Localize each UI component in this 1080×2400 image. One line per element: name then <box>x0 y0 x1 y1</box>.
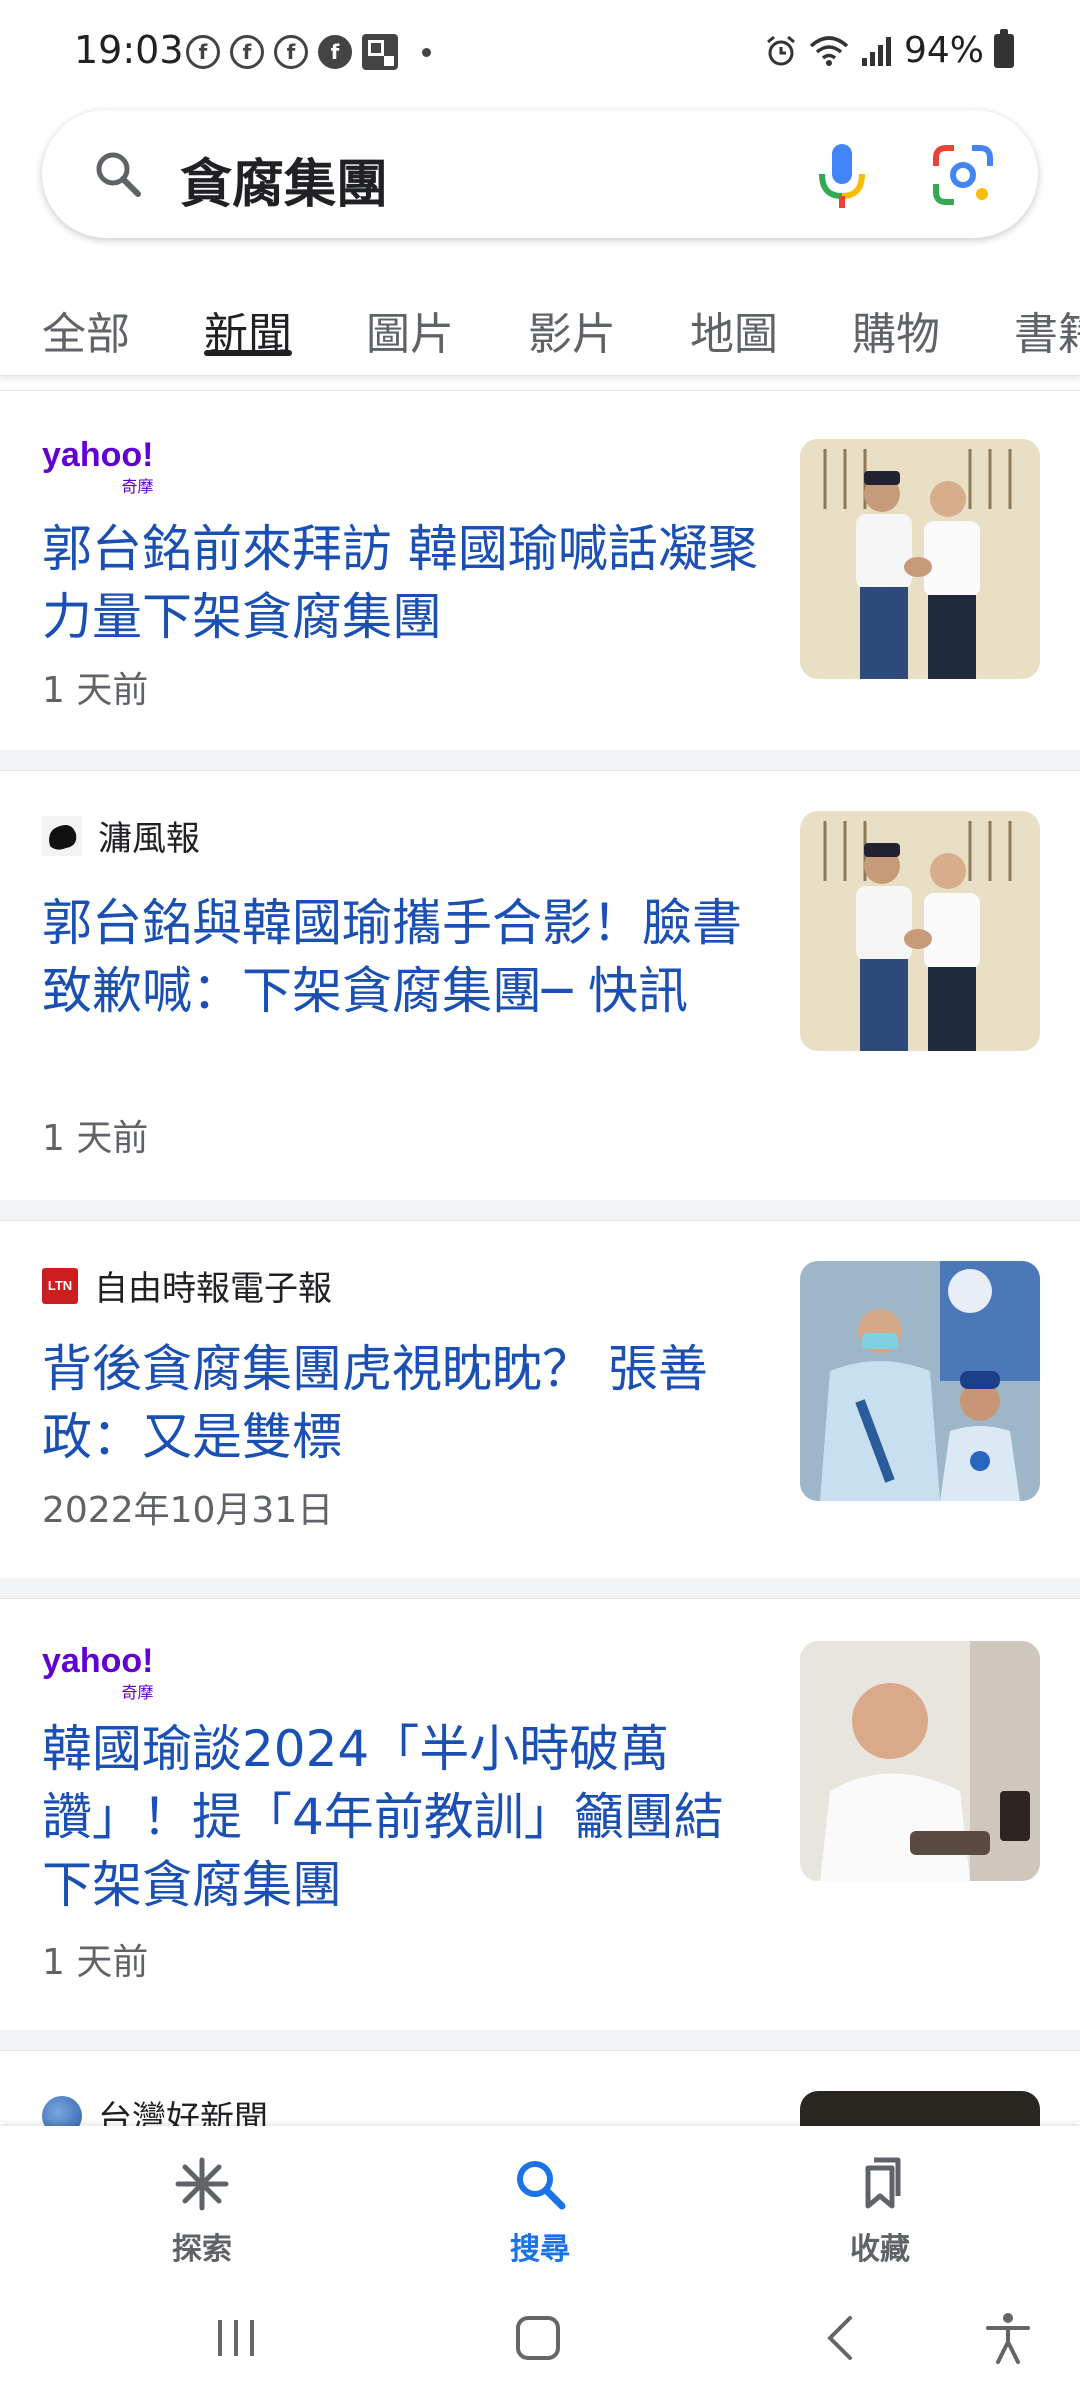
card-divider <box>0 1200 1080 1220</box>
qr-app-icon <box>362 34 398 70</box>
yahoo-logo: yahoo! 奇摩 <box>42 1642 154 1702</box>
result-thumbnail[interactable] <box>800 1641 1040 1881</box>
nav-discover[interactable]: 探索 <box>102 2154 302 2268</box>
nav-label: 搜尋 <box>510 2232 570 2267</box>
more-notifications-dot <box>422 47 431 57</box>
alarm-icon <box>767 35 795 65</box>
bottom-navigation: 探索 搜尋 收藏 <box>0 2126 1080 2286</box>
result-title[interactable]: 郭台銘前來拜訪 韓國瑜喊話凝聚力量下架貪腐集團 <box>42 515 762 651</box>
storm-media-logo <box>42 815 82 856</box>
card-divider <box>0 2030 1080 2050</box>
result-title[interactable]: 背後貪腐集團虎視眈眈？ 張善政：又是雙標 <box>42 1335 762 1471</box>
search-query-text[interactable]: 貪腐集團 <box>180 142 388 217</box>
facebook-icon: f <box>186 35 220 69</box>
nav-saved[interactable]: 收藏 <box>780 2154 980 2268</box>
facebook-icon: f <box>230 35 264 69</box>
signal-icon <box>861 36 891 66</box>
bookmark-icon <box>865 2157 901 2209</box>
result-thumbnail[interactable] <box>800 811 1040 1051</box>
result-date: 1 天前 <box>42 670 149 711</box>
search-icon <box>517 2161 566 2210</box>
search-icon[interactable] <box>90 146 146 202</box>
news-result-card[interactable]: 滽風報 郭台銘與韓國瑜攜手合影！臉書致歉喊：下架貪腐集團─ 快訊 1 天前 <box>0 770 1080 1200</box>
battery-icon <box>994 28 1014 68</box>
tab-shopping[interactable]: 購物 <box>852 258 940 376</box>
card-divider <box>0 1578 1080 1598</box>
status-bar: 19:03 f f f f 94% <box>0 0 1080 104</box>
card-divider <box>0 750 1080 770</box>
tab-images[interactable]: 圖片 <box>366 258 454 376</box>
result-source: 滽風報 <box>42 811 200 860</box>
status-right: 94% <box>764 28 1014 71</box>
photo-campaign-rally-image <box>800 1261 1040 1501</box>
microphone-icon[interactable] <box>812 140 872 212</box>
google-lens-icon[interactable] <box>930 142 996 208</box>
result-thumbnail[interactable] <box>800 439 1040 679</box>
nav-label: 探索 <box>172 2232 232 2267</box>
facebook-icon: f <box>318 35 352 69</box>
tab-maps[interactable]: 地圖 <box>690 258 778 376</box>
search-tabs: 全部 新聞 圖片 影片 地圖 購物 書籍 <box>0 258 1080 376</box>
recent-apps-icon[interactable] <box>212 2316 260 2360</box>
photo-man-seated-image <box>800 1641 1040 1881</box>
result-title[interactable]: 韓國瑜談2024「半小時破萬讚」！提「4年前教訓」籲團結下架貪腐集團 <box>42 1715 762 1919</box>
photo-two-men-handshake-image <box>800 811 1040 1051</box>
notification-icons: f f f f <box>186 34 431 70</box>
ltn-logo: LTN <box>42 1267 78 1304</box>
home-icon[interactable] <box>514 2314 562 2362</box>
tab-videos[interactable]: 影片 <box>528 258 616 376</box>
nav-label: 收藏 <box>850 2232 910 2267</box>
photo-two-men-handshake-image <box>800 439 1040 679</box>
news-results: yahoo! 奇摩 郭台銘前來拜訪 韓國瑜喊話凝聚力量下架貪腐集團 1 天前 滽… <box>0 390 1080 2331</box>
result-source: yahoo! 奇摩 <box>42 1641 153 1703</box>
result-date: 1 天前 <box>42 1942 149 1983</box>
result-source: yahoo! 奇摩 <box>42 435 153 497</box>
search-bar[interactable]: 貪腐集團 <box>42 110 1038 238</box>
nav-search[interactable]: 搜尋 <box>440 2154 640 2268</box>
asterisk-icon <box>175 2157 229 2211</box>
result-date: 2022年10月31日 <box>42 1490 334 1531</box>
news-result-card[interactable]: yahoo! 奇摩 韓國瑜談2024「半小時破萬讚」！提「4年前教訓」籲團結下架… <box>0 1598 1080 2030</box>
status-time: 19:03 <box>74 28 184 72</box>
tab-books[interactable]: 書籍 <box>1014 258 1080 376</box>
facebook-icon: f <box>274 35 308 69</box>
accessibility-icon[interactable] <box>984 2310 1032 2366</box>
system-nav-bar <box>0 2286 1080 2400</box>
wifi-icon <box>809 35 849 66</box>
news-result-card[interactable]: yahoo! 奇摩 郭台銘前來拜訪 韓國瑜喊話凝聚力量下架貪腐集團 1 天前 <box>0 390 1080 750</box>
back-icon[interactable] <box>820 2314 860 2362</box>
tab-news[interactable]: 新聞 <box>204 258 292 376</box>
news-result-card[interactable]: LTN 自由時報電子報 背後貪腐集團虎視眈眈？ 張善政：又是雙標 2022年10… <box>0 1220 1080 1578</box>
yahoo-logo: yahoo! 奇摩 <box>42 436 154 496</box>
result-date: 1 天前 <box>42 1118 149 1159</box>
result-title[interactable]: 郭台銘與韓國瑜攜手合影！臉書致歉喊：下架貪腐集團─ 快訊 <box>42 889 762 1025</box>
result-thumbnail[interactable] <box>800 1261 1040 1501</box>
tab-all[interactable]: 全部 <box>42 258 130 376</box>
battery-percent: 94% <box>903 30 984 71</box>
result-source: LTN 自由時報電子報 <box>42 1261 332 1310</box>
